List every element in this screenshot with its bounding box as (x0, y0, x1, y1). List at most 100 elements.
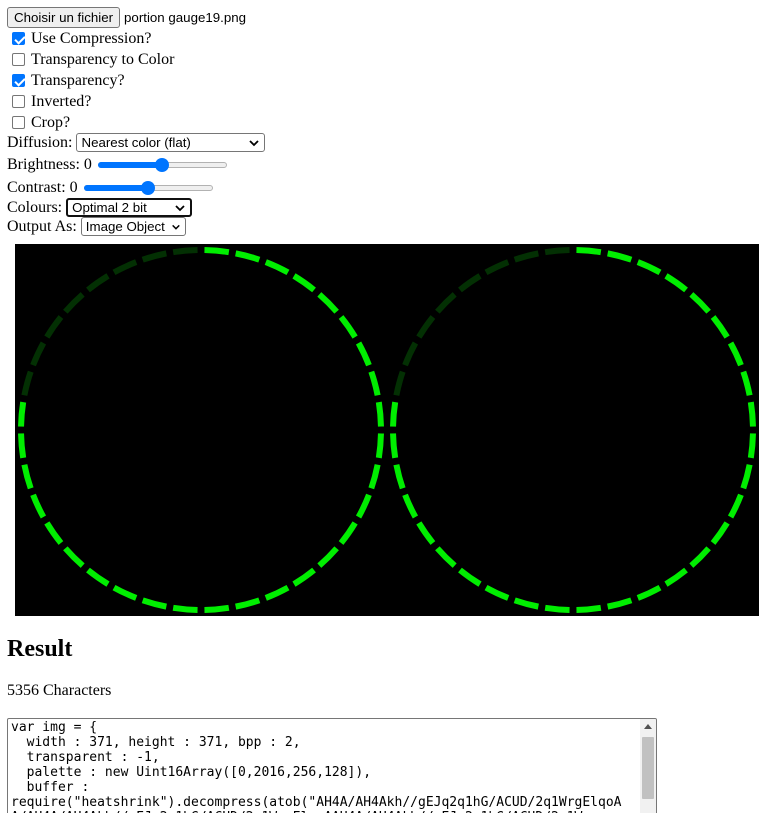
character-count: 5356 Characters (7, 682, 112, 699)
brightness-slider[interactable] (97, 157, 227, 173)
contrast-slider[interactable] (83, 180, 213, 196)
code-line: require("heatshrink").decompress(atob("A… (11, 795, 622, 810)
crop-label: Crop? (31, 113, 71, 131)
gauge-segment (544, 604, 570, 613)
choose-file-button[interactable]: Choisir un fichier (7, 7, 121, 28)
file-chooser: Choisir un fichier portion gauge19.png (7, 7, 246, 28)
code-line: transparent : -1, (26, 750, 160, 765)
slider-thumb[interactable] (155, 157, 170, 172)
preview-image (15, 244, 759, 616)
gauge-segment (338, 521, 358, 545)
gauge-segment (458, 273, 482, 293)
gauge-segment (664, 567, 688, 587)
brightness-label: Brightness: 0 (7, 155, 92, 173)
option-crop[interactable]: Crop? (7, 112, 70, 133)
gauge-segment (689, 546, 711, 568)
file-name: portion gauge19.png (124, 10, 247, 25)
use-compression-checkbox[interactable] (12, 32, 25, 45)
gauge-ring (18, 247, 384, 613)
scroll-thumb[interactable] (642, 737, 654, 799)
transparency-checkbox[interactable] (12, 74, 25, 87)
gauge-segment (112, 584, 138, 601)
gauge-segment (484, 584, 510, 601)
gauge-segment (607, 250, 633, 263)
inverted-checkbox[interactable] (12, 95, 25, 108)
textarea-scrollbar[interactable] (640, 719, 656, 813)
gauge-segment (576, 604, 602, 613)
gauge-segment (264, 584, 290, 601)
scroll-up-icon[interactable] (644, 724, 652, 729)
gauge-segment (544, 247, 570, 256)
option-transparency-to-color[interactable]: Transparency to Color (7, 49, 174, 70)
transparency-label: Transparency? (31, 71, 125, 89)
gauge-segment (172, 604, 198, 613)
gauge-segment (292, 273, 316, 293)
gauge-segment (86, 273, 110, 293)
gauge-segment (317, 292, 339, 314)
gauge-segment (390, 433, 399, 459)
gauge-segment (18, 401, 27, 427)
gauge-segment (435, 546, 457, 568)
contrast-label: Contrast: 0 (7, 178, 78, 196)
gauge-segment (416, 315, 436, 339)
gauge-segment (204, 247, 230, 256)
diffusion-select-value: Nearest color (flat) (81, 135, 191, 150)
gauge-segment (292, 567, 316, 587)
gauge-segment (458, 567, 482, 587)
gauge-segment (63, 292, 85, 314)
gauge-segment (375, 401, 384, 427)
gauge-segment (576, 247, 602, 256)
gauge-segment (747, 433, 756, 459)
gauge-segment (513, 597, 539, 610)
option-inverted[interactable]: Inverted? (7, 91, 91, 112)
result-code-textarea[interactable]: var img = { width : 371, height : 371, b… (7, 718, 657, 813)
result-heading: Result (7, 636, 73, 662)
gauge-segment (402, 341, 419, 367)
chevron-down-icon (172, 224, 180, 230)
option-transparency[interactable]: Transparency? (7, 70, 125, 91)
code-line: buffer : (26, 780, 90, 795)
inverted-label: Inverted? (31, 92, 92, 110)
option-use-compression[interactable]: Use Compression? (7, 28, 151, 49)
gauge-segment (402, 493, 419, 519)
colours-select[interactable]: Optimal 2 bit (66, 198, 193, 217)
gauge-segment (513, 250, 539, 263)
gauge-segment (727, 493, 744, 519)
code-line: var img = { (11, 720, 98, 735)
gauge-segment (390, 401, 399, 427)
colours-select-value: Optimal 2 bit (72, 200, 147, 215)
gauge-segment (44, 315, 64, 339)
transparency-to-color-label: Transparency to Color (31, 50, 175, 68)
diffusion-select[interactable]: Nearest color (flat) (76, 133, 266, 152)
gauge-segment (607, 597, 633, 610)
contrast-row: Contrast: 0 (7, 177, 213, 198)
chevron-down-icon (249, 139, 260, 146)
output-select[interactable]: Image Object (80, 217, 186, 236)
transparency-to-color-checkbox[interactable] (12, 53, 25, 66)
gauge-segment (393, 464, 406, 490)
gauge-segment (393, 370, 406, 396)
slider-fill (83, 184, 149, 191)
gauge-segment (484, 259, 510, 276)
gauge-segment (375, 433, 384, 459)
gauge-segment (172, 247, 198, 256)
use-compression-label: Use Compression? (31, 29, 152, 47)
gauge-segment (21, 464, 34, 490)
gauge-segment (63, 546, 85, 568)
gauge-segment (710, 315, 730, 339)
gauge-segment (86, 567, 110, 587)
gauge-ring (390, 247, 756, 613)
gauge-segment (727, 341, 744, 367)
gauge-segment (264, 259, 290, 276)
gauge-segment (368, 464, 381, 490)
colours-row: Colours: Optimal 2 bit (7, 197, 193, 218)
slider-thumb[interactable] (141, 180, 156, 195)
crop-checkbox[interactable] (12, 116, 25, 129)
gauge-segment (368, 370, 381, 396)
gauge-segment (664, 273, 688, 293)
gauge-segment (44, 521, 64, 545)
gauge-segment (355, 493, 372, 519)
output-label: Output As: (7, 217, 77, 235)
gauge-segment (30, 493, 47, 519)
gauge-segment (21, 370, 34, 396)
